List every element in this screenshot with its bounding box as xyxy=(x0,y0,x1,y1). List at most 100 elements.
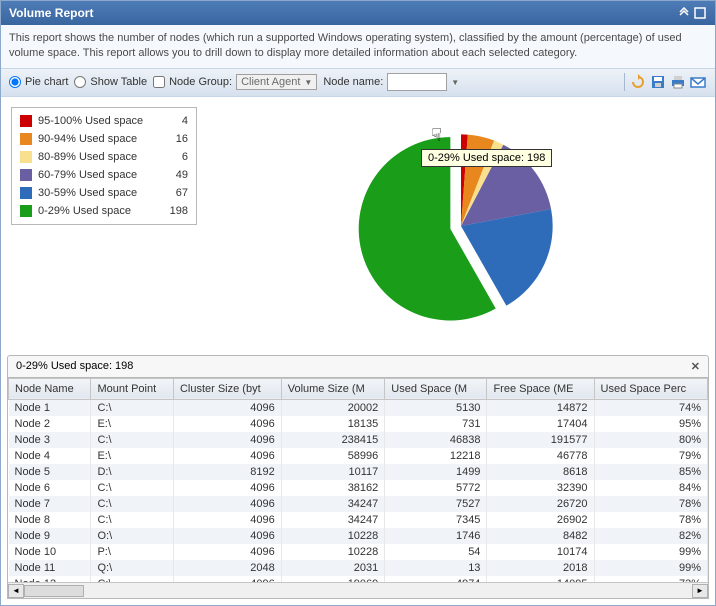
table-cell: Node 8 xyxy=(9,512,91,528)
close-icon[interactable]: ✕ xyxy=(691,360,700,373)
scroll-right-icon[interactable]: ► xyxy=(692,584,708,598)
legend-count: 16 xyxy=(164,133,188,145)
table-cell: 54 xyxy=(385,544,487,560)
nodegroup-group: Node Group: Client Agent ▼ xyxy=(153,74,317,90)
chart-tooltip: 0-29% Used space: 198 xyxy=(421,149,552,167)
table-row[interactable]: Node 9O:\4096102281746848282% xyxy=(9,528,708,544)
legend-item[interactable]: 95-100% Used space4 xyxy=(18,112,190,130)
table-cell: 95% xyxy=(594,416,707,432)
table-row[interactable]: Node 8C:\40963424773452690278% xyxy=(9,512,708,528)
save-icon[interactable] xyxy=(649,73,667,91)
nodename-label: Node name: xyxy=(323,76,383,88)
table-cell: 38162 xyxy=(281,480,385,496)
print-icon[interactable] xyxy=(669,73,687,91)
table-row[interactable]: Node 5D:\8192101171499861885% xyxy=(9,464,708,480)
legend-item[interactable]: 0-29% Used space198 xyxy=(18,202,190,220)
table-cell: 13 xyxy=(385,560,487,576)
table-row[interactable]: Node 7C:\40963424775272672078% xyxy=(9,496,708,512)
table-body: Node 1C:\40962000251301487274%Node 2E:\4… xyxy=(9,399,708,582)
legend-item[interactable]: 30-59% Used space67 xyxy=(18,184,190,202)
horizontal-scrollbar[interactable]: ◄ ► xyxy=(8,582,708,598)
table-cell: 58996 xyxy=(281,448,385,464)
scroll-left-icon[interactable]: ◄ xyxy=(8,584,24,598)
table-cell: 4096 xyxy=(173,480,281,496)
table-cell: 84% xyxy=(594,480,707,496)
refresh-icon[interactable] xyxy=(629,73,647,91)
table-cell: 18135 xyxy=(281,416,385,432)
maximize-icon[interactable] xyxy=(693,6,707,20)
nodename-input[interactable] xyxy=(387,73,447,91)
legend-item[interactable]: 80-89% Used space6 xyxy=(18,148,190,166)
column-header[interactable]: Node Name xyxy=(9,378,91,399)
table-row[interactable]: Node 6C:\40963816257723239084% xyxy=(9,480,708,496)
nodename-group: Node name: ▼ xyxy=(323,73,459,91)
table-cell: 191577 xyxy=(487,432,594,448)
table-cell: 4096 xyxy=(173,448,281,464)
nodegroup-select[interactable]: Client Agent ▼ xyxy=(236,74,317,90)
table-cell: D:\ xyxy=(91,464,173,480)
table-cell: 78% xyxy=(594,496,707,512)
column-header[interactable]: Free Space (ME xyxy=(487,378,594,399)
nodegroup-value: Client Agent xyxy=(241,76,300,88)
legend-item[interactable]: 60-79% Used space49 xyxy=(18,166,190,184)
collapse-icon[interactable] xyxy=(677,6,691,20)
table-row[interactable]: Node 11Q:\2048203113201899% xyxy=(9,560,708,576)
report-description: This report shows the number of nodes (w… xyxy=(1,25,715,69)
table-cell: 7345 xyxy=(385,512,487,528)
table-cell: 8192 xyxy=(173,464,281,480)
table-cell: 34247 xyxy=(281,496,385,512)
table-row[interactable]: Node 10P:\409610228541017499% xyxy=(9,544,708,560)
scroll-thumb[interactable] xyxy=(24,585,84,597)
table-cell: 32390 xyxy=(487,480,594,496)
show-table-radio[interactable] xyxy=(74,76,86,88)
table-cell: 14872 xyxy=(487,399,594,416)
table-row[interactable]: Node 4E:\409658996122184677879% xyxy=(9,448,708,464)
toolbar-actions xyxy=(622,73,707,91)
table-cell: C:\ xyxy=(91,399,173,416)
show-table-label: Show Table xyxy=(90,76,147,88)
table-cell: 4096 xyxy=(173,528,281,544)
column-header[interactable]: Used Space Perc xyxy=(594,378,707,399)
legend-count: 49 xyxy=(164,169,188,181)
panel-title: Volume Report xyxy=(9,6,93,20)
table-cell: Node 4 xyxy=(9,448,91,464)
table-cell: 7527 xyxy=(385,496,487,512)
nodegroup-label: Node Group: xyxy=(169,76,232,88)
detail-table-wrap: Node NameMount PointCluster Size (bytVol… xyxy=(7,377,709,599)
legend-item[interactable]: 90-94% Used space 16 xyxy=(18,130,190,148)
table-cell: 10117 xyxy=(281,464,385,480)
email-icon[interactable] xyxy=(689,73,707,91)
legend-label: 30-59% Used space xyxy=(38,187,158,199)
nodegroup-checkbox[interactable] xyxy=(153,76,165,88)
column-header[interactable]: Used Space (M xyxy=(385,378,487,399)
chevron-down-icon[interactable]: ▼ xyxy=(451,78,459,87)
table-cell: C:\ xyxy=(91,432,173,448)
detail-table: Node NameMount PointCluster Size (bytVol… xyxy=(8,378,708,582)
table-cell: Node 10 xyxy=(9,544,91,560)
scroll-track[interactable] xyxy=(24,584,692,598)
table-cell: 4096 xyxy=(173,432,281,448)
column-header[interactable]: Cluster Size (byt xyxy=(173,378,281,399)
table-cell: 10174 xyxy=(487,544,594,560)
table-cell: 4096 xyxy=(173,512,281,528)
table-cell: 5772 xyxy=(385,480,487,496)
table-cell: 74% xyxy=(594,399,707,416)
table-cell: O:\ xyxy=(91,528,173,544)
table-cell: 5130 xyxy=(385,399,487,416)
volume-report-panel: Volume Report This report shows the numb… xyxy=(0,0,716,606)
table-cell: 2018 xyxy=(487,560,594,576)
table-cell: 4096 xyxy=(173,496,281,512)
table-cell: Node 7 xyxy=(9,496,91,512)
table-row[interactable]: Node 3C:\40962384154683819157780% xyxy=(9,432,708,448)
table-cell: Node 1 xyxy=(9,399,91,416)
table-row[interactable]: Node 2E:\4096181357311740495% xyxy=(9,416,708,432)
header-controls xyxy=(677,6,707,20)
legend-label: 90-94% Used space xyxy=(38,133,158,145)
column-header[interactable]: Mount Point xyxy=(91,378,173,399)
table-cell: Node 9 xyxy=(9,528,91,544)
table-row[interactable]: Node 1C:\40962000251301487274% xyxy=(9,399,708,416)
table-scroll[interactable]: Node NameMount PointCluster Size (bytVol… xyxy=(8,378,708,582)
pie-chart-radio[interactable] xyxy=(9,76,21,88)
detail-header: 0-29% Used space: 198 ✕ xyxy=(7,355,709,377)
column-header[interactable]: Volume Size (M xyxy=(281,378,385,399)
